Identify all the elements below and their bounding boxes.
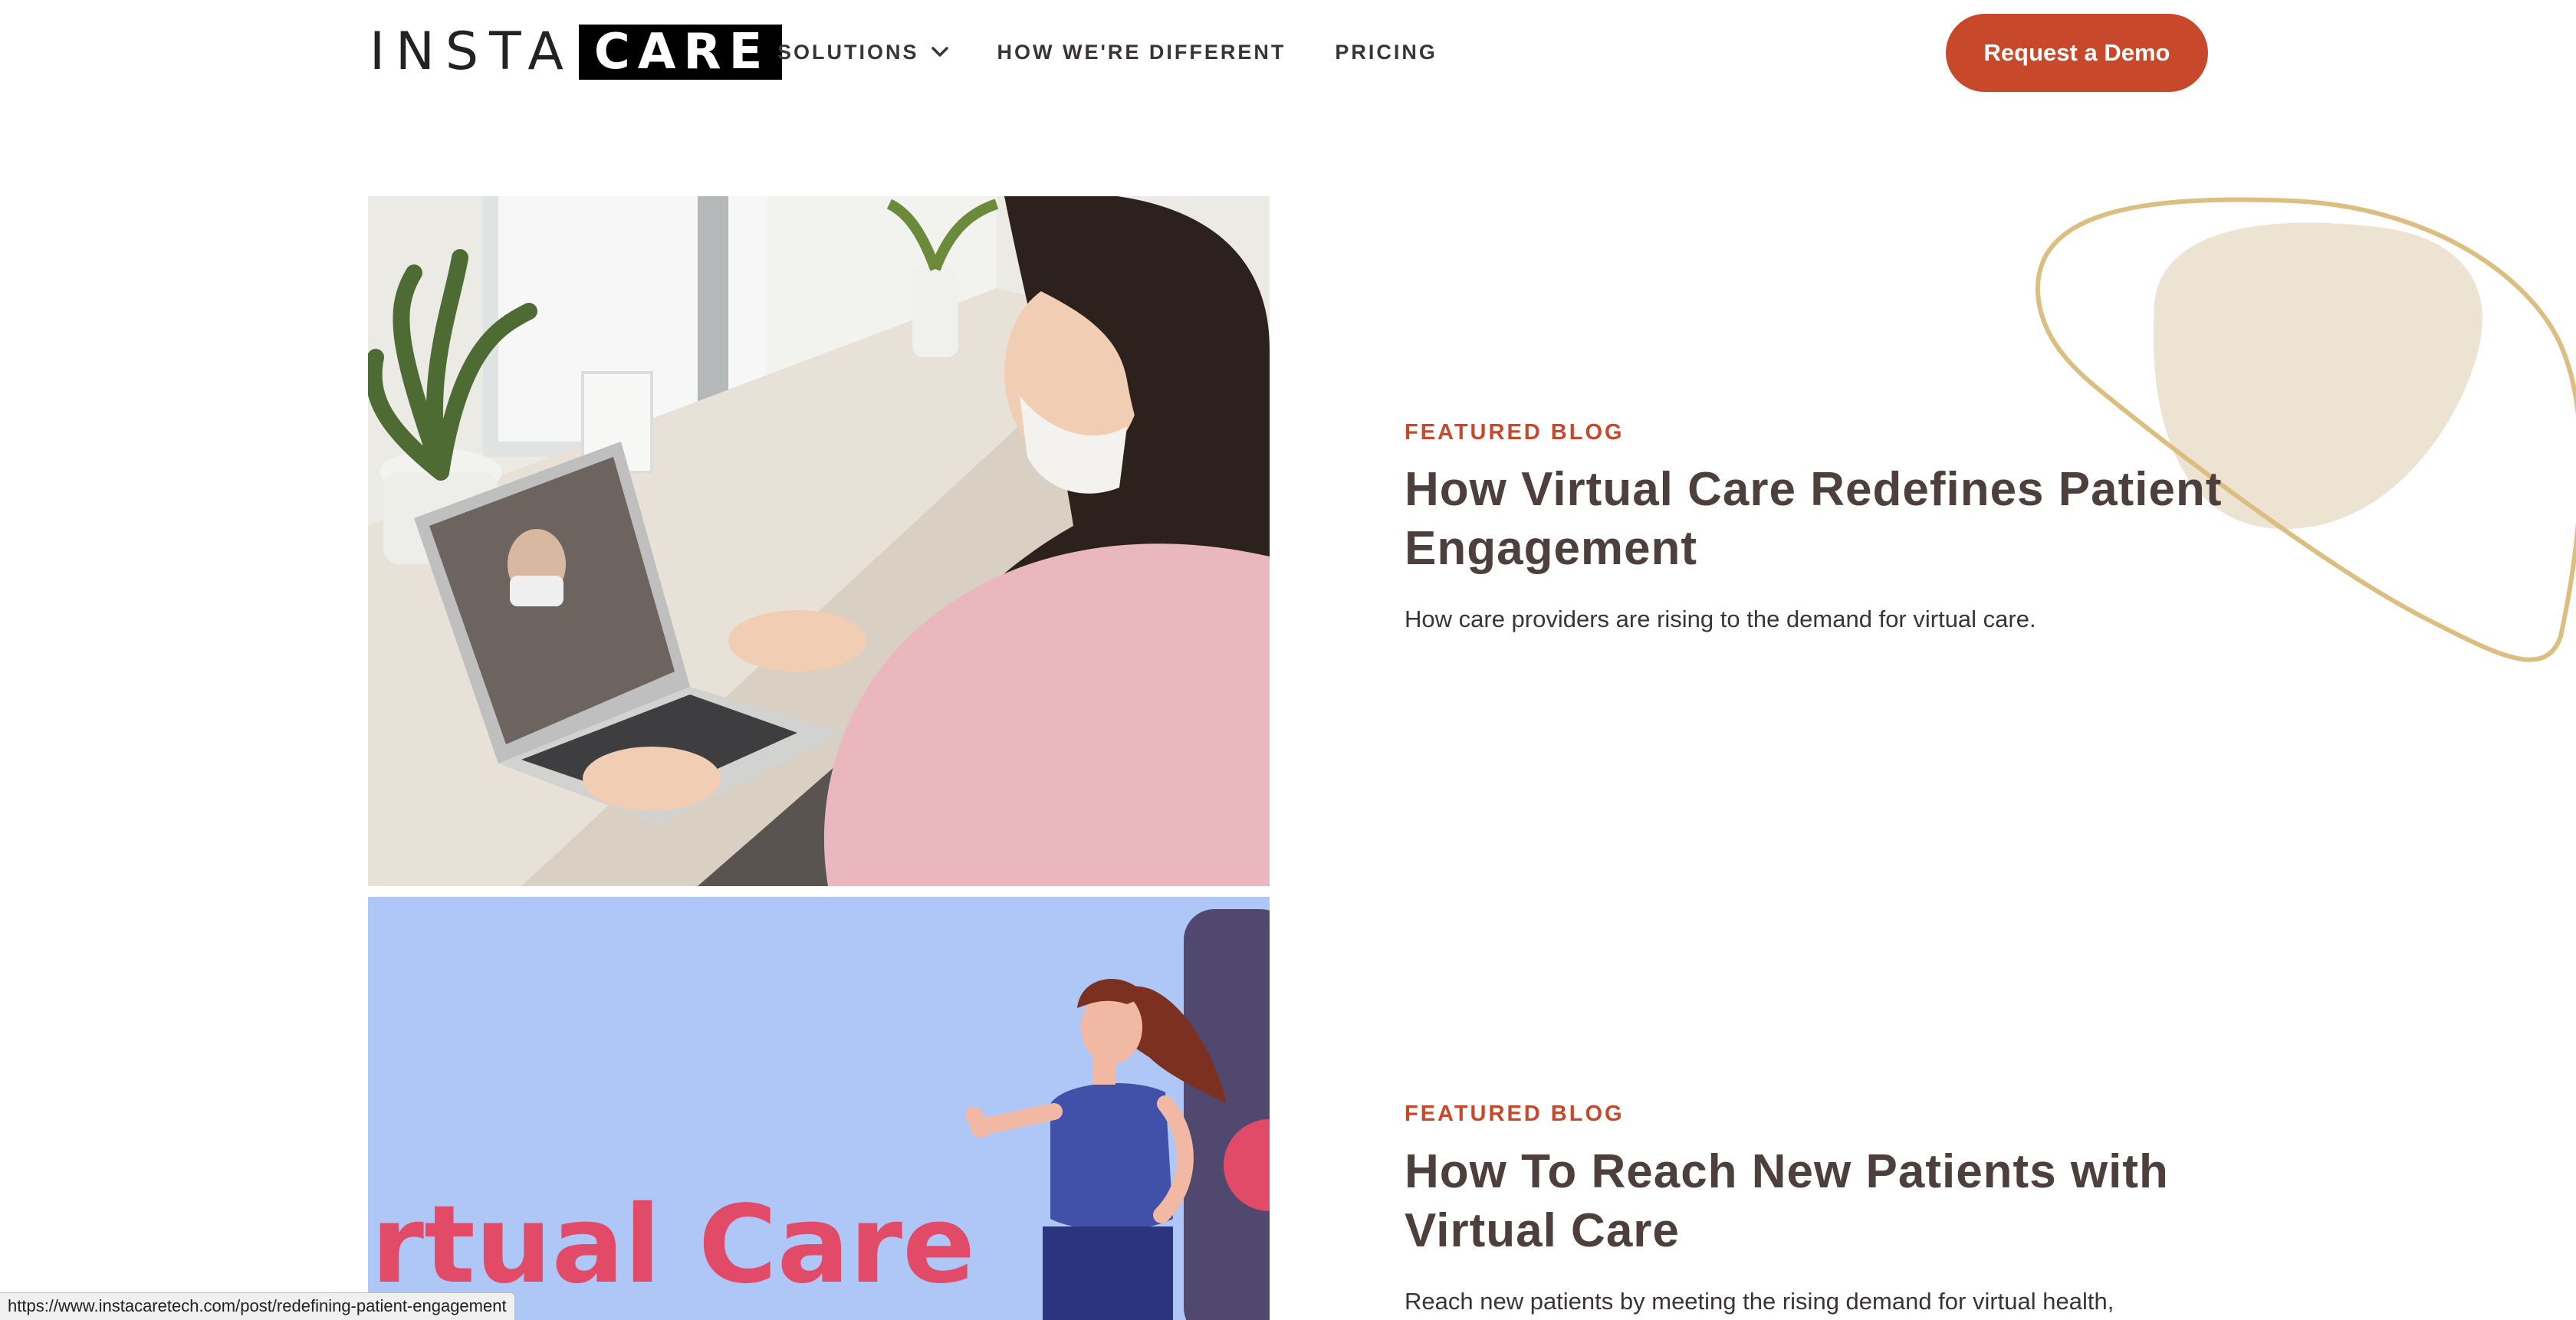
nav-solutions[interactable]: SOLUTIONS — [777, 37, 948, 67]
nav-pricing[interactable]: PRICING — [1335, 37, 1438, 67]
decorative-blob — [2035, 197, 2576, 662]
logo-care-text: CARE — [578, 25, 783, 80]
post-1-eyebrow: FEATURED BLOG — [1405, 420, 1625, 445]
logo-insta-text: INSTA — [370, 21, 574, 82]
virtual-care-illustration: rtual Care — [368, 897, 1270, 1320]
post-image-video-call[interactable] — [368, 196, 1270, 886]
post-2-title[interactable]: How To Reach New Patients with Virtual C… — [1405, 1142, 2248, 1260]
chevron-down-icon — [931, 47, 948, 57]
status-bar-url: https://www.instacaretech.com/post/redef… — [0, 1292, 515, 1320]
post-2-description: Reach new patients by meeting the rising… — [1405, 1288, 2114, 1315]
nav-how-different[interactable]: HOW WE'RE DIFFERENT — [997, 37, 1286, 67]
main-nav: SOLUTIONS HOW WE'RE DIFFERENT PRICING — [777, 37, 1438, 67]
post-2-eyebrow: FEATURED BLOG — [1405, 1102, 1625, 1126]
post-2-image-text: rtual Care — [371, 1183, 975, 1308]
video-call-illustration — [368, 196, 1270, 886]
post-1-description: How care providers are rising to the dem… — [1405, 606, 2036, 632]
post-image-virtual-care[interactable]: rtual Care — [368, 897, 1270, 1320]
post-1-title[interactable]: How Virtual Care Redefines Patient Engag… — [1405, 460, 2248, 578]
logo[interactable]: INSTA CARE — [370, 21, 783, 82]
request-demo-button[interactable]: Request a Demo — [1946, 14, 2208, 92]
nav-solutions-label: SOLUTIONS — [777, 40, 919, 64]
